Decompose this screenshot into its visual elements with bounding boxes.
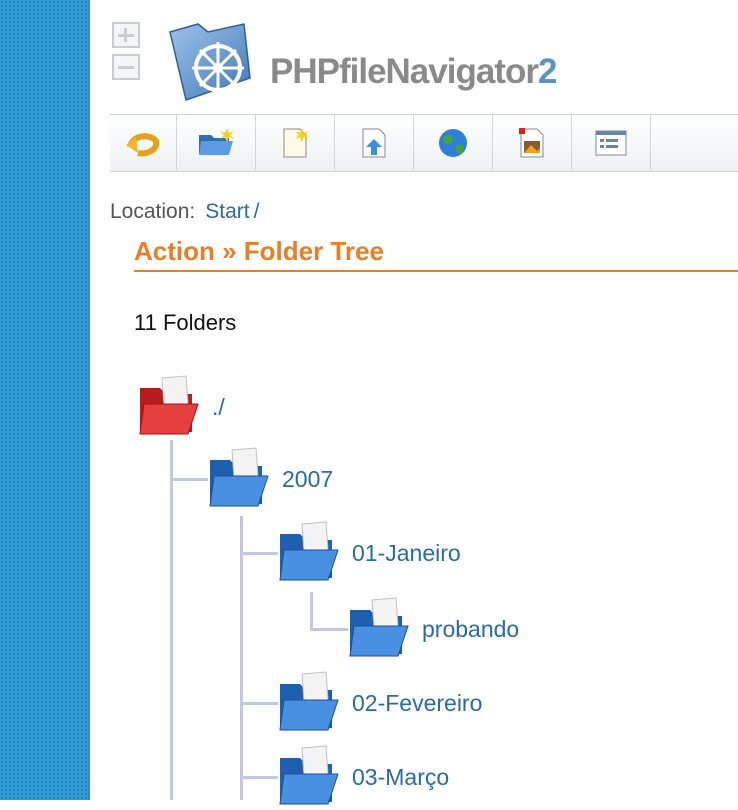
tree-node-label: 01-Janeiro: [352, 539, 461, 566]
tree-line: [170, 478, 208, 481]
folder-open-blue-icon: [279, 745, 339, 805]
tree-line: [240, 702, 278, 705]
tree-node-root[interactable]: ./: [136, 374, 225, 440]
tree-node-label: 2007: [282, 465, 334, 492]
folder-open-red-icon: [139, 375, 199, 435]
tree-node-label: probando: [422, 615, 520, 642]
tree-line: [240, 552, 278, 555]
tree-node-01-janeiro[interactable]: 01-Janeiro: [276, 520, 461, 586]
tree-node-03-marco[interactable]: 03-Março: [276, 744, 449, 810]
tree-line: [240, 516, 243, 800]
tree-node-probando[interactable]: probando: [346, 596, 519, 662]
main-area: PHPfileNavigator2 Location: Start / Acti…: [90, 0, 738, 805]
tree-node-label: ./: [212, 393, 225, 420]
tree-line: [240, 776, 278, 779]
tree-line: [170, 440, 173, 800]
folder-tree: ./ 2007 01-Janeiro probando 02-Fevereiro…: [90, 0, 738, 805]
tree-node-02-fevereiro[interactable]: 02-Fevereiro: [276, 670, 482, 736]
tree-node-label: 03-Março: [352, 763, 450, 790]
folder-open-blue-icon: [209, 447, 269, 507]
left-side-strip: [0, 0, 90, 800]
tree-line: [310, 628, 348, 631]
tree-node-label: 02-Fevereiro: [352, 689, 483, 716]
tree-line: [310, 592, 313, 630]
folder-open-blue-icon: [279, 671, 339, 731]
tree-node-2007[interactable]: 2007: [206, 446, 333, 512]
folder-open-blue-icon: [349, 597, 409, 657]
folder-open-blue-icon: [279, 521, 339, 581]
